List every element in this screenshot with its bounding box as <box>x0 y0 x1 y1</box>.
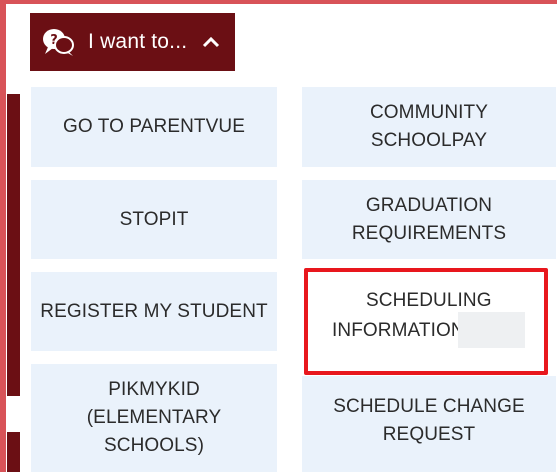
link-label: GO TO PARENTVUE <box>62 116 246 137</box>
link-label: STOPIT <box>119 208 189 230</box>
link-label: SCHEDULE CHANGE REQUEST <box>333 396 525 445</box>
link-go-to-parentvue[interactable]: GO TO PARENTVUE <box>31 87 277 167</box>
link-pikmykid[interactable]: PIKMYKID (ELEMENTARY SCHOOLS) <box>31 364 277 472</box>
link-label: REGISTER MY STUDENT <box>40 300 268 322</box>
highlight-box <box>304 268 548 375</box>
link-label: PIKMYKID (ELEMENTARY SCHOOLS) <box>86 379 222 456</box>
menu-toggle-label: I want to... <box>88 30 188 53</box>
link-community-schoolpay[interactable]: COMMUNITY SCHOOLPAY <box>302 87 556 167</box>
link-label: COMMUNITY SCHOOLPAY <box>369 102 489 151</box>
link-label: GRADUATION REQUIREMENTS <box>351 194 507 244</box>
sidebar-accent <box>7 94 20 396</box>
chevron-up-icon <box>203 36 220 48</box>
link-register-my-student[interactable]: REGISTER MY STUDENT <box>31 272 277 351</box>
chat-question-icon: ? <box>43 29 74 56</box>
i-want-to-menu-toggle[interactable]: ? I want to... <box>30 13 235 71</box>
link-schedule-change-request[interactable]: SCHEDULE CHANGE REQUEST <box>302 376 556 466</box>
link-graduation-requirements[interactable]: GRADUATION REQUIREMENTS <box>302 180 556 259</box>
next-tile-edge <box>302 466 556 472</box>
link-stopit[interactable]: STOPIT <box>31 180 277 259</box>
sidebar-accent-bottom <box>7 432 20 472</box>
